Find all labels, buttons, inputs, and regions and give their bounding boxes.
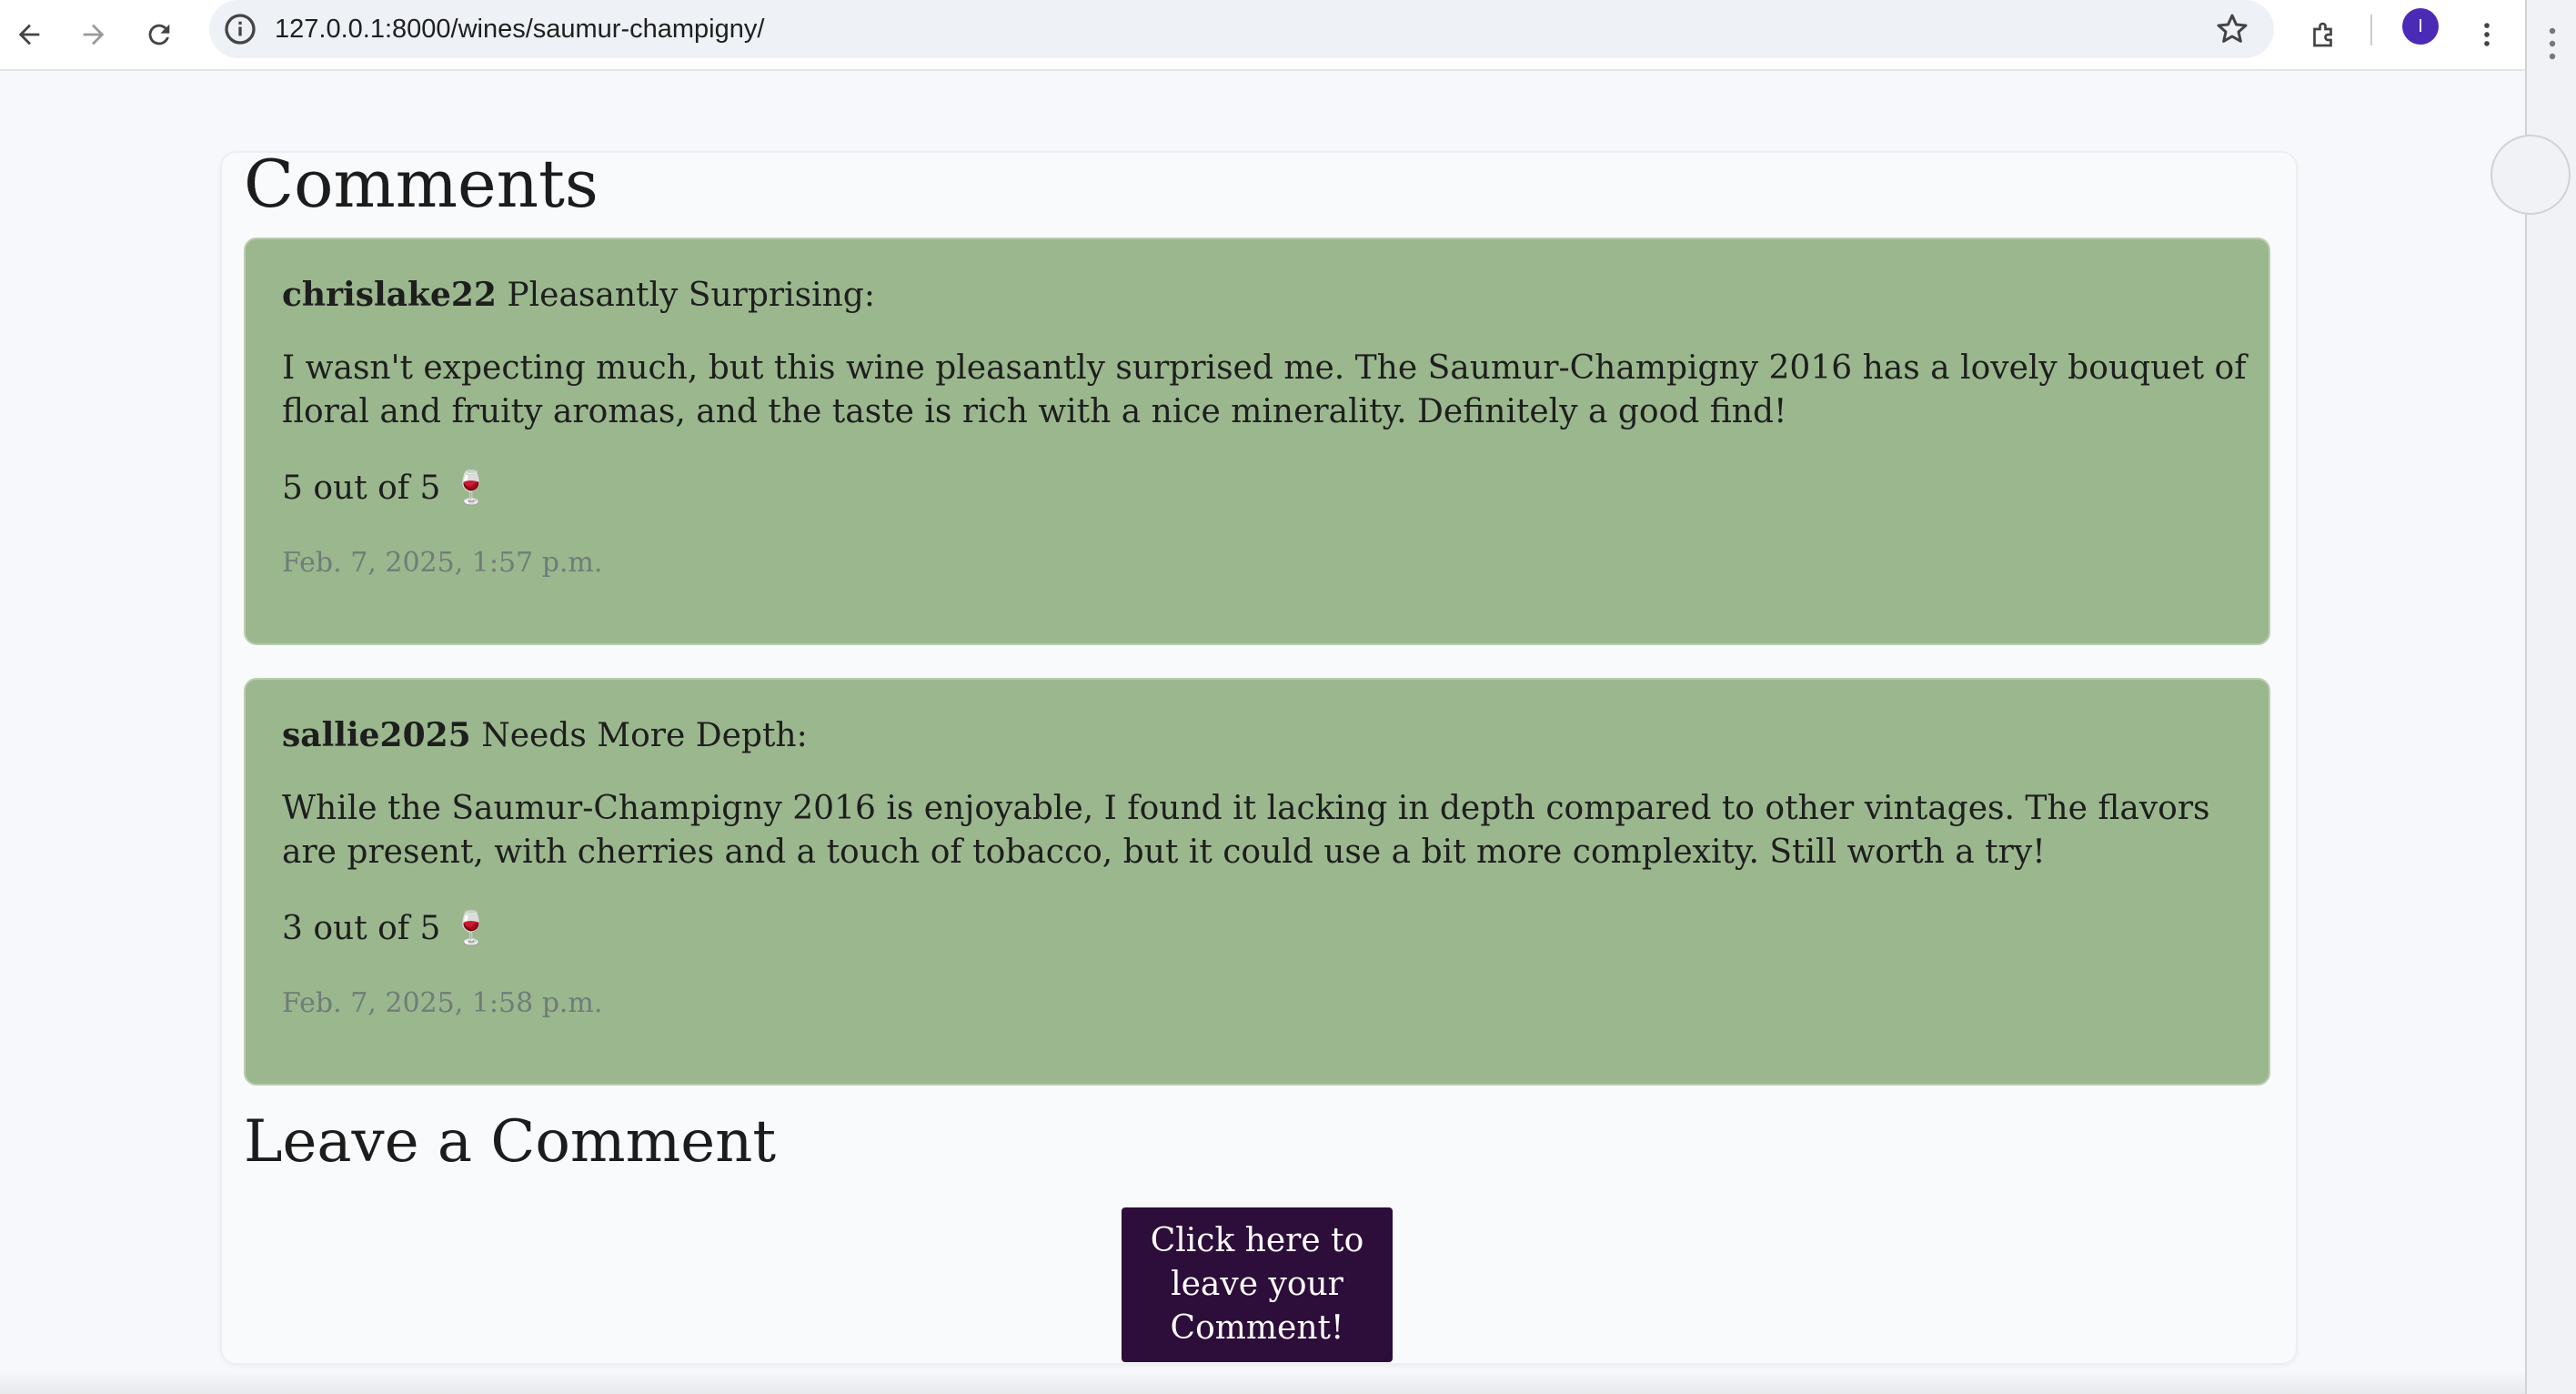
bookmark-star-icon[interactable]: [2214, 11, 2250, 47]
puzzle-icon: [2313, 22, 2332, 47]
reload-icon: [148, 24, 170, 45]
comment-body: While the Saumur-Champigny 2016 is enjoy…: [282, 790, 2210, 871]
leave-comment-heading: Leave a Comment: [244, 1108, 777, 1176]
comment-header: chrislake22 Pleasantly Surprising:: [282, 276, 875, 314]
side-panel-toggle[interactable]: [2490, 135, 2571, 215]
comment-username: chrislake22: [282, 276, 497, 314]
arrow-left-icon: [18, 24, 40, 45]
bottom-edge-shadow: [0, 1370, 2525, 1394]
comment-date: Feb. 7, 2025, 1:58 p.m.: [282, 987, 603, 1019]
site-info-icon[interactable]: [222, 11, 258, 47]
comment-username: sallie2025: [282, 716, 471, 754]
comment-title: Needs More Depth:: [481, 717, 808, 754]
toolbar-separator: [2370, 15, 2372, 45]
comment-rating: 5 out of 5 🍷: [282, 470, 492, 507]
back-button[interactable]: [4, 9, 55, 60]
more-vert-icon: [2484, 23, 2490, 46]
comment-card: sallie2025 Needs More Depth: While the S…: [244, 678, 2270, 1086]
extensions-button[interactable]: [2299, 9, 2350, 60]
arrow-right-icon: [83, 24, 105, 45]
comments-heading: Comments: [244, 146, 599, 222]
profile-avatar[interactable]: I: [2402, 8, 2439, 45]
comment-title: Pleasantly Surprising:: [507, 277, 875, 314]
url-text[interactable]: 127.0.0.1:8000/wines/saumur-champigny/: [275, 0, 764, 58]
comment-body: I wasn't expecting much, but this wine p…: [282, 349, 2247, 430]
comment-header: sallie2025 Needs More Depth:: [282, 716, 808, 754]
browser-toolbar: 127.0.0.1:8000/wines/saumur-champigny/ I: [0, 0, 2525, 71]
comment-rating: 3 out of 5 🍷: [282, 910, 492, 947]
forward-button[interactable]: [68, 9, 119, 60]
comment-date: Feb. 7, 2025, 1:57 p.m.: [282, 547, 603, 579]
side-panel-menu-icon[interactable]: [2541, 25, 2563, 62]
reload-button[interactable]: [134, 9, 185, 60]
comment-card: chrislake22 Pleasantly Surprising: I was…: [244, 237, 2270, 645]
leave-comment-button[interactable]: Click here to leave your Comment!: [1122, 1207, 1393, 1362]
side-panel-strip: [2490, 0, 2576, 1394]
address-bar[interactable]: 127.0.0.1:8000/wines/saumur-champigny/: [209, 0, 2274, 58]
browser-menu-button[interactable]: [2465, 9, 2509, 60]
